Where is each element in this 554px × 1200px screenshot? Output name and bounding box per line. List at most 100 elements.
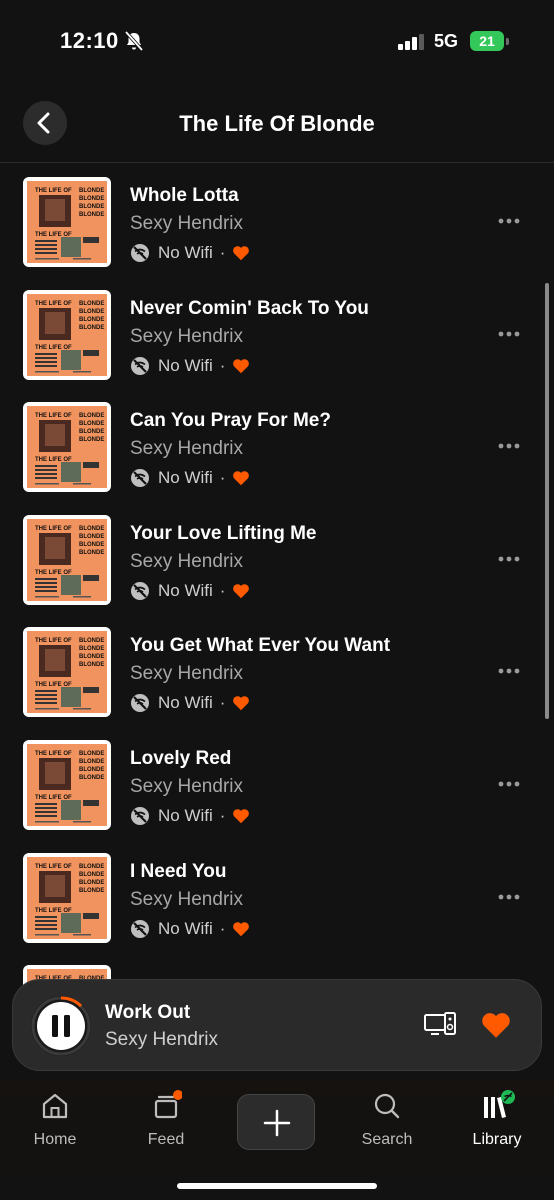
tab-home[interactable]: Home [10,1090,100,1149]
tab-library[interactable]: Library [452,1090,542,1149]
feed-icon [154,1090,183,1119]
song-row[interactable]: THE LIFE OF BLONDE BLONDE BLONDE BLONDE … [0,613,554,725]
song-title: Whole Lotta [130,185,239,206]
song-title: Your Love Lifting Me [130,522,317,544]
more-options-icon[interactable] [498,549,520,567]
song-artist: Sexy Hendrix [130,776,243,797]
svg-text:BLONDE: BLONDE [79,654,104,660]
cover-text-right: BLONDE [79,864,104,870]
cover-text-right: BLONDE [79,188,104,194]
separator-dot: · [219,580,226,600]
heart-icon[interactable] [232,695,250,711]
heart-icon[interactable] [232,245,250,261]
tab-label: Feed [147,1131,185,1148]
status-time: 12:10 [60,28,119,53]
cover-text-right: BLONDE [79,413,104,419]
svg-text:BLONDE: BLONDE [79,204,104,210]
tab-feed[interactable]: Feed [121,1090,211,1149]
playlist-header: The Life Of Blonde [0,84,554,163]
album-cover: THE LIFE OF BLONDE BLONDE BLONDE BLONDE … [23,627,111,718]
pause-icon [52,1015,70,1037]
cover-text-right: BLONDE [79,301,104,307]
song-source: No Wifi [158,243,213,262]
song-meta: No Wifi · [130,467,250,489]
heart-icon[interactable] [232,921,250,937]
pause-button[interactable] [31,996,91,1056]
song-artist: Sexy Hendrix [130,663,243,685]
cover-text-left: THE LIFE OF [35,526,72,532]
more-options-icon[interactable] [498,436,520,454]
tab-bar: Home Feed Search Library [0,1080,554,1200]
tab-label: Search [361,1131,413,1148]
svg-text:BLONDE: BLONDE [79,429,104,435]
song-row[interactable]: THE LIFE OF BLONDE BLONDE BLONDE BLONDE … [0,163,554,275]
more-options-icon[interactable] [498,661,520,679]
song-list[interactable]: THE LIFE OF BLONDE BLONDE BLONDE BLONDE … [0,163,554,1093]
offline-icon [130,919,150,939]
album-cover: THE LIFE OF BLONDE BLONDE BLONDE BLONDE … [23,514,111,605]
more-options-icon[interactable] [498,774,520,792]
heart-icon[interactable] [232,358,250,374]
devices-icon[interactable] [423,1011,457,1046]
mini-player[interactable]: Work Out Sexy Hendrix [12,979,542,1071]
offline-icon [130,806,150,826]
song-title: Never Comin' Back To You [130,297,369,319]
song-meta: No Wifi · [130,580,250,602]
svg-text:BLONDE: BLONDE [79,534,104,540]
song-row[interactable]: THE LIFE OF BLONDE BLONDE BLONDE BLONDE … [0,839,554,951]
like-heart-icon[interactable] [480,1011,512,1044]
svg-text:BLONDE: BLONDE [79,775,104,781]
tab-search[interactable]: Search [342,1090,432,1149]
song-artist: Sexy Hendrix [130,550,243,572]
song-artist: Sexy Hendrix [130,213,243,234]
svg-text:BLONDE: BLONDE [79,646,104,652]
more-options-icon[interactable] [498,211,520,229]
status-bar: 12:10 5G 21 [0,0,554,84]
scrollbar[interactable] [545,283,549,719]
song-row[interactable]: THE LIFE OF BLONDE BLONDE BLONDE BLONDE … [0,276,554,388]
tab-label: Home [33,1131,77,1148]
offline-icon [130,468,150,488]
more-options-icon[interactable] [498,324,520,342]
song-title: I Need You [130,860,227,882]
song-source: No Wifi [158,693,213,713]
cover-text-left: THE LIFE OF [35,301,72,307]
svg-text:BLONDE: BLONDE [79,317,104,323]
home-icon [42,1093,68,1119]
home-indicator[interactable] [177,1183,377,1189]
song-source: No Wifi [158,918,213,938]
cover-text-left: THE LIFE OF [35,638,72,644]
now-playing-artist: Sexy Hendrix [105,1029,218,1050]
album-cover: THE LIFE OF BLONDE BLONDE BLONDE BLONDE … [23,289,111,380]
plus-icon [263,1109,291,1137]
heart-icon[interactable] [232,808,250,824]
page-title: The Life Of Blonde [179,111,375,136]
song-meta: No Wifi · [130,355,250,377]
offline-icon [130,581,150,601]
cover-text-left: THE LIFE OF [35,864,72,870]
song-row[interactable]: THE LIFE OF BLONDE BLONDE BLONDE BLONDE … [0,726,554,838]
heart-icon[interactable] [232,470,250,486]
song-source: No Wifi [158,355,213,375]
album-cover: THE LIFE OF BLONDE BLONDE BLONDE BLONDE … [23,740,111,830]
battery-cap [506,38,509,45]
song-row[interactable]: THE LIFE OF BLONDE BLONDE BLONDE BLONDE … [0,501,554,613]
svg-text:BLONDE: BLONDE [79,309,104,315]
song-title: You Get What Ever You Want [130,635,391,657]
more-options-icon[interactable] [498,887,520,905]
search-icon [374,1093,400,1119]
song-artist: Sexy Hendrix [130,888,243,910]
song-meta: No Wifi · [130,805,250,827]
cover-text-right: BLONDE [79,526,104,532]
song-row[interactable]: THE LIFE OF BLONDE BLONDE BLONDE BLONDE … [0,388,554,500]
svg-text:BLONDE: BLONDE [79,550,104,556]
svg-text:BLONDE: BLONDE [79,421,104,427]
song-title: Lovely Red [130,748,232,769]
album-cover: THE LIFE OF BLONDE BLONDE BLONDE BLONDE … [23,177,111,267]
song-meta: No Wifi · [130,692,250,714]
battery-indicator: 21 [470,31,504,51]
heart-icon[interactable] [232,583,250,599]
song-title: Can You Pray For Me? [130,410,331,432]
add-button[interactable] [237,1094,315,1150]
svg-text:BLONDE: BLONDE [79,767,104,773]
